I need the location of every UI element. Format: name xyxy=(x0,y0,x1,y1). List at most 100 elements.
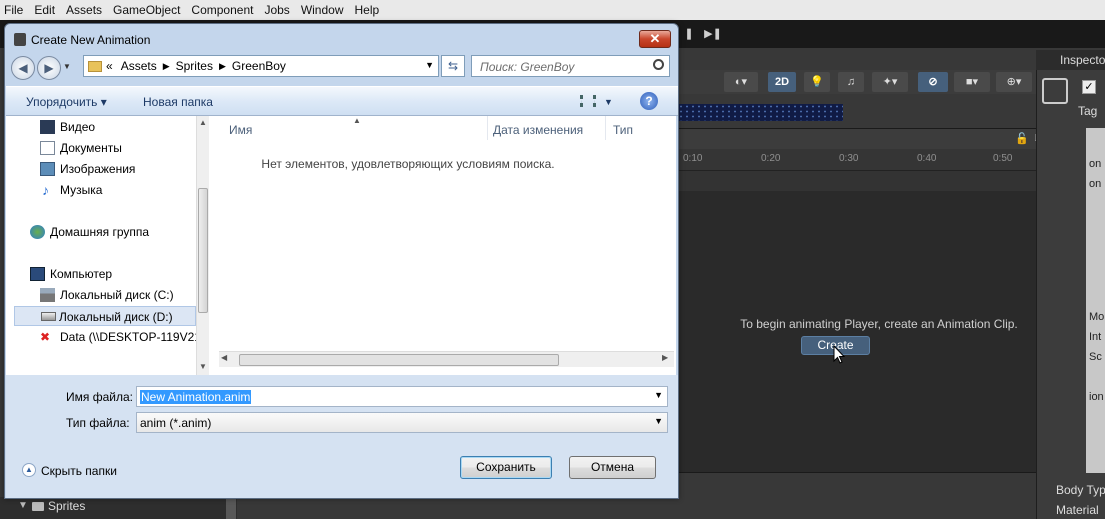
shading-mode-icon[interactable]: ◐▾ xyxy=(724,72,758,92)
history-dropdown-icon[interactable]: ▼ xyxy=(63,62,71,71)
animation-empty-message: To begin animating Player, create an Ani… xyxy=(740,317,1018,331)
ruler-tick: 0:30 xyxy=(839,153,859,164)
gizmos-icon[interactable]: ⊕▾ xyxy=(996,72,1032,92)
column-divider[interactable] xyxy=(487,116,488,140)
address-bar[interactable]: « Assets ▶ Sprites ▶ GreenBoy ▼ xyxy=(83,55,439,77)
clipped-text: Int xyxy=(1089,331,1102,343)
inspector-tab[interactable]: Inspector xyxy=(1036,50,1105,70)
dialog-title: Create New Animation xyxy=(31,33,151,47)
scroll-left-icon[interactable]: ◀ xyxy=(221,353,227,362)
nav-item-label: Музыка xyxy=(60,183,103,197)
column-type[interactable]: Тип xyxy=(613,123,633,137)
filename-label: Имя файла: xyxy=(66,390,133,404)
breadcrumb-assets[interactable]: Assets xyxy=(121,59,157,73)
filename-value: New Animation.anim xyxy=(140,390,252,404)
2d-toggle[interactable]: 2D xyxy=(768,72,796,92)
lock-icon[interactable]: 🔓 xyxy=(1015,132,1029,145)
navigation-pane: Видео Документы Изображения ♪ Музыка Дом… xyxy=(6,116,209,375)
address-dropdown-icon[interactable]: ▼ xyxy=(425,60,434,70)
camera-icon[interactable]: ■▾ xyxy=(954,72,990,92)
new-folder-button[interactable]: Новая папка xyxy=(143,95,213,109)
column-name[interactable]: Имя xyxy=(229,123,252,137)
view-dropdown-icon[interactable]: ▼ xyxy=(604,97,613,107)
sprites-folder-label[interactable]: Sprites xyxy=(48,499,85,513)
lighting-icon[interactable]: 💡 xyxy=(804,72,830,92)
horizontal-scrollbar[interactable]: ◀ ▶ xyxy=(219,351,674,367)
nav-item-computer[interactable]: Компьютер xyxy=(30,264,194,284)
nav-item-video[interactable]: Видео xyxy=(40,117,190,137)
menu-jobs[interactable]: Jobs xyxy=(264,3,289,17)
nav-item-label: Локальный диск (C:) xyxy=(60,288,174,302)
homegroup-icon xyxy=(30,225,45,239)
drive-icon xyxy=(41,312,56,321)
scroll-right-icon[interactable]: ▶ xyxy=(662,353,668,362)
breadcrumb-sprites[interactable]: Sprites xyxy=(176,59,213,73)
column-date-modified[interactable]: Дата изменения xyxy=(493,123,583,137)
search-input[interactable]: Поиск: GreenBoy xyxy=(471,55,670,77)
column-divider[interactable] xyxy=(605,116,606,140)
effects-icon[interactable]: ✦▾ xyxy=(872,72,908,92)
clipped-text: Sc xyxy=(1089,351,1102,363)
pictures-icon xyxy=(40,162,55,176)
nav-item-documents[interactable]: Документы xyxy=(40,138,190,158)
ruler-tick: 0:40 xyxy=(917,153,937,164)
filename-dropdown-icon[interactable]: ▼ xyxy=(654,390,663,400)
search-icon[interactable] xyxy=(653,59,664,70)
nav-scrollbar[interactable]: ▲ ▼ xyxy=(196,116,209,375)
menu-edit[interactable]: Edit xyxy=(34,3,55,17)
system-drive-icon xyxy=(40,288,55,302)
pause-icon[interactable]: ❚ xyxy=(676,24,702,44)
breadcrumb-greenboy[interactable]: GreenBoy xyxy=(232,59,286,73)
filetype-dropdown-icon[interactable]: ▼ xyxy=(654,416,663,426)
menu-assets[interactable]: Assets xyxy=(66,3,102,17)
nav-item-drive-d[interactable]: Локальный диск (D:) xyxy=(14,306,196,326)
clipped-text: Mo xyxy=(1089,311,1105,323)
refresh-icon[interactable]: ⇆ xyxy=(441,55,465,77)
inspector-overlap-strip: on on Mo Int Sc ion xyxy=(1086,128,1105,473)
nav-item-drive-c[interactable]: Локальный диск (C:) xyxy=(40,285,190,305)
menu-file[interactable]: File xyxy=(4,3,23,17)
folder-expand-icon[interactable]: ▼ xyxy=(18,500,28,511)
nav-scroll-thumb[interactable] xyxy=(198,188,208,313)
audio-icon[interactable]: ♫ xyxy=(838,72,864,92)
nav-item-network-drive[interactable]: ✖ Data (\\DESKTOP-119V21 xyxy=(40,327,196,347)
hidden-visibility-icon[interactable]: ⊘ xyxy=(918,72,948,92)
nav-item-homegroup[interactable]: Домашняя группа xyxy=(30,222,194,242)
nav-item-pictures[interactable]: Изображения xyxy=(40,159,190,179)
menu-component[interactable]: Component xyxy=(191,3,253,17)
active-checkbox[interactable]: ✓ xyxy=(1082,80,1096,94)
back-arrow-icon[interactable]: ◀ xyxy=(11,56,35,80)
ruler-tick: 0:10 xyxy=(683,153,703,164)
filename-input[interactable]: New Animation.anim ▼ xyxy=(136,386,668,407)
forward-arrow-icon[interactable]: ▶ xyxy=(37,56,61,80)
hide-folders-toggle[interactable]: Скрыть папки xyxy=(41,464,117,478)
nav-item-music[interactable]: ♪ Музыка xyxy=(40,180,190,200)
filetype-select[interactable]: anim (*.anim) ▼ xyxy=(136,412,668,433)
help-icon[interactable]: ? xyxy=(640,92,658,110)
horizontal-scroll-thumb[interactable] xyxy=(239,354,559,366)
breadcrumb-overflow[interactable]: « xyxy=(106,59,113,73)
menu-help[interactable]: Help xyxy=(355,3,380,17)
scroll-up-icon[interactable]: ▲ xyxy=(199,118,207,127)
nav-item-label: Компьютер xyxy=(50,267,113,281)
project-scrollbar[interactable] xyxy=(226,497,236,519)
file-list[interactable]: ▲ Имя Дата изменения Тип Нет элементов, … xyxy=(213,116,676,375)
collapse-arrow-icon[interactable]: ▲ xyxy=(22,463,36,477)
breadcrumb-chevron-icon[interactable]: ▶ xyxy=(219,61,226,72)
organize-button[interactable]: Упорядочить ▾ xyxy=(26,95,107,109)
nav-item-label: Домашняя группа xyxy=(50,225,150,239)
save-button[interactable]: Сохранить xyxy=(460,456,552,479)
cancel-button[interactable]: Отмена xyxy=(569,456,656,479)
scroll-down-icon[interactable]: ▼ xyxy=(199,362,207,371)
view-options-icon[interactable] xyxy=(580,95,596,107)
dialog-close-button[interactable]: ✕ xyxy=(639,30,671,48)
nav-item-label: Локальный диск (D:) xyxy=(59,310,173,324)
menu-gameobject[interactable]: GameObject xyxy=(113,3,180,17)
scene-toolbar: ◐▾ 2D 💡 ♫ ✦▾ ⊘ ■▾ ⊕▾ xyxy=(678,70,1038,94)
menu-window[interactable]: Window xyxy=(301,3,344,17)
breadcrumb-chevron-icon[interactable]: ▶ xyxy=(163,61,170,72)
computer-icon xyxy=(30,267,45,281)
nav-item-label: Документы xyxy=(60,141,122,155)
step-icon[interactable]: ▶❚ xyxy=(700,24,726,44)
timeline-ruler[interactable]: 0:10 0:20 0:30 0:40 0:50 xyxy=(679,149,1079,171)
